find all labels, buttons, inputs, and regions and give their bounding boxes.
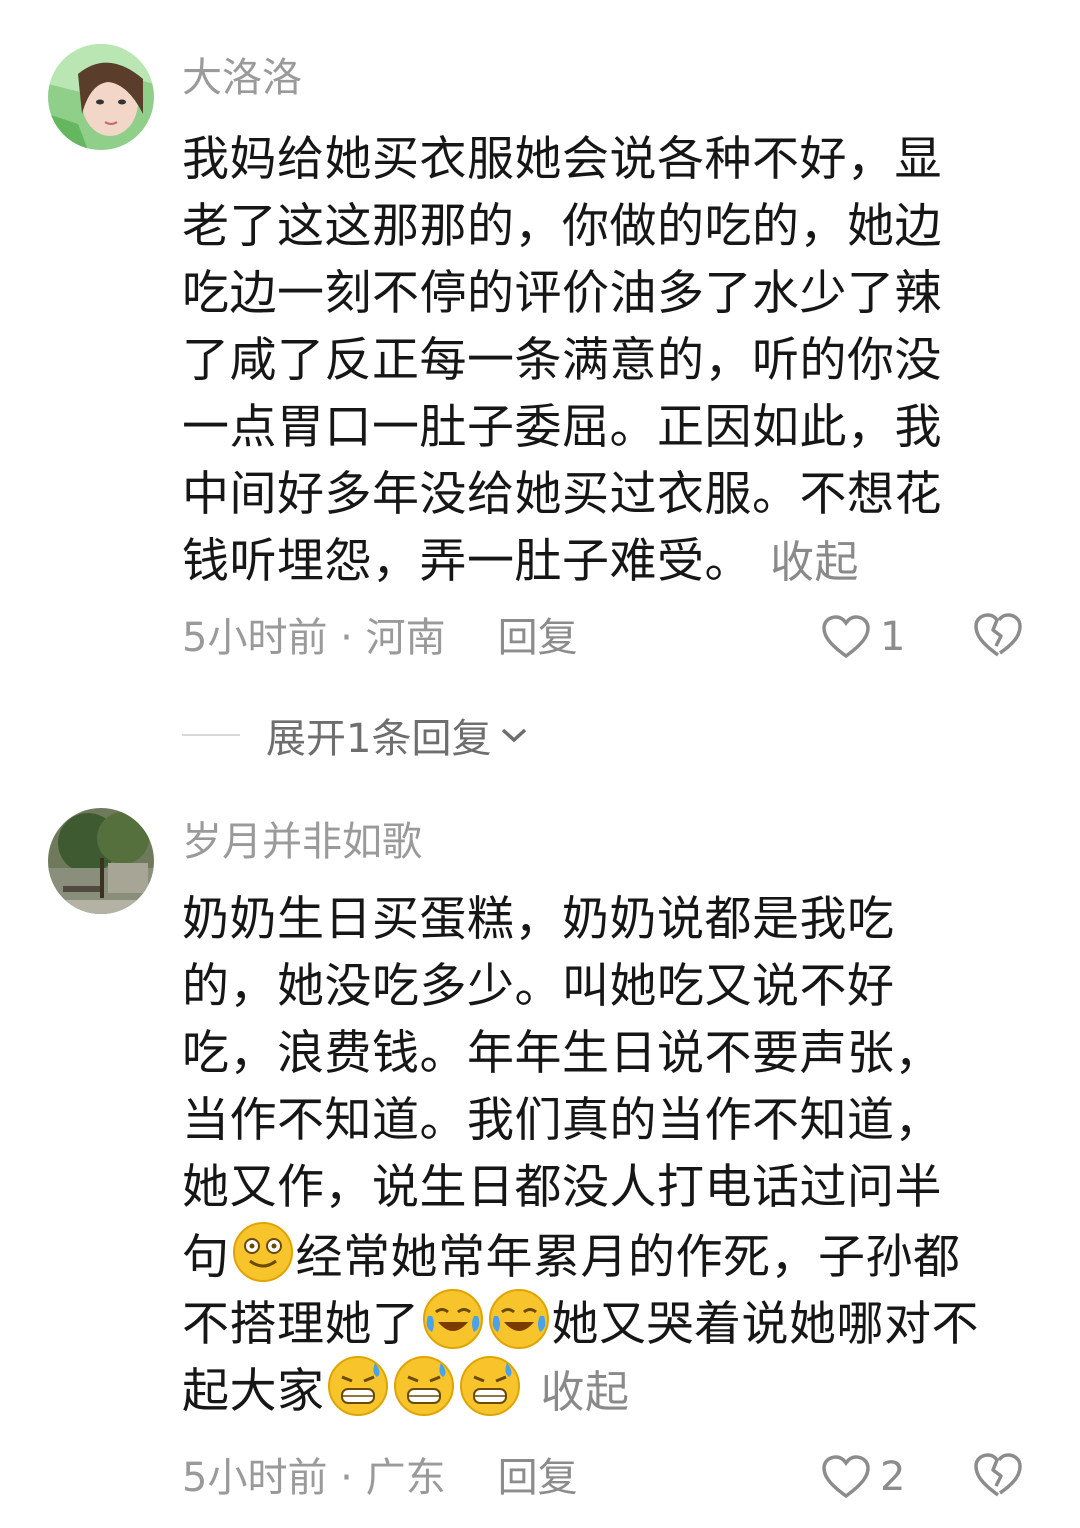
grin-sweat-emoji (393, 1356, 454, 1416)
avatar[interactable] (48, 44, 154, 150)
comment-card: 岁月并非如歌 奶奶生日买蛋糕，奶奶说都是我吃 的，她没吃多少。叫她吃又说不好 吃… (0, 780, 1080, 1528)
like-count: 1 (880, 614, 906, 660)
comment-line: 奶奶生日买蛋糕，奶奶说都是我吃 (182, 892, 895, 947)
collapse-link[interactable]: 收起 (770, 537, 859, 588)
comment-line: 了咸了反正每一条满意的，听的你没 (182, 333, 942, 388)
comment-line: 她又作，说生日都没人打电话过问半 (182, 1160, 942, 1215)
comment-username[interactable]: 大洛洛 (182, 54, 302, 102)
comment-text: 奶奶生日买蛋糕，奶奶说都是我吃 的，她没吃多少。叫她吃又说不好 吃，浪费钱。年年… (182, 886, 1032, 1422)
dizzy-smile-emoji (232, 1222, 293, 1282)
comment-location: 广东 (365, 1455, 446, 1501)
reply-button[interactable]: 回复 (498, 1455, 578, 1501)
comment-line-text: 钱听埋怨，弄一肚子难受。 (182, 534, 752, 589)
comment-text: 我妈给她买衣服她会说各种不好，显 老了这这那那的，你做的吃的，她边 吃边一刻不停… (182, 126, 1032, 595)
heart-outline-icon (822, 615, 870, 659)
heart-outline-icon (822, 1455, 870, 1499)
comment-line: 当作不知道。我们真的当作不知道， (182, 1093, 942, 1148)
comment-line: 句 经常她常年累月的作死，子孙都 (182, 1221, 1032, 1288)
comment-line-last: 起大家 收起 (182, 1355, 1032, 1422)
comment-line: 吃，浪费钱。年年生日说不要声张， (182, 1026, 942, 1081)
divider (182, 734, 240, 736)
comment-location: 河南 (365, 615, 446, 661)
comment-line-text: 起大家 (182, 1364, 325, 1419)
comment-username[interactable]: 岁月并非如歌 (182, 818, 422, 866)
dislike-button[interactable] (974, 1452, 1022, 1502)
comment-line: 一点胃口一肚子委屈。正因如此，我 (182, 400, 942, 455)
comment-line: 不搭理她了 她又哭着说她哪对不 (182, 1288, 1032, 1355)
comment-line-last: 钱听埋怨，弄一肚子难受。 收起 (182, 528, 1032, 595)
comment-line: 吃边一刻不停的评价油多了水少了辣 (182, 266, 942, 321)
comment-line-text: 她又哭着说她哪对不 (551, 1297, 979, 1352)
comment-line-text: 句 (182, 1230, 230, 1285)
comment-meta: 5小时前 · 广东 回复 (182, 1455, 578, 1501)
broken-heart-icon (974, 613, 1022, 657)
grin-sweat-emoji (327, 1356, 388, 1416)
chevron-down-icon (502, 728, 527, 743)
comment-line: 老了这这那那的，你做的吃的，她边 (182, 199, 942, 254)
avatar[interactable] (48, 808, 154, 914)
comment-line-text: 不搭理她了 (182, 1297, 420, 1352)
expand-replies-button[interactable]: 展开1条回复 (182, 706, 529, 764)
grin-sweat-emoji (459, 1356, 520, 1416)
comment-meta: 5小时前 · 河南 回复 (182, 615, 578, 661)
dislike-button[interactable] (974, 612, 1022, 662)
comment-line: 的，她没吃多少。叫她吃又说不好 (182, 959, 895, 1014)
laugh-cry-emoji (422, 1289, 483, 1349)
laugh-cry-emoji (488, 1289, 549, 1349)
comment-time: 5小时前 (182, 615, 328, 661)
collapse-link[interactable]: 收起 (541, 1367, 630, 1418)
like-button[interactable]: 1 (822, 612, 905, 662)
reply-button[interactable]: 回复 (498, 615, 578, 661)
comment-line-text: 经常她常年累月的作死，子孙都 (295, 1230, 961, 1285)
comment-line: 我妈给她买衣服她会说各种不好，显 (182, 132, 942, 187)
expand-replies-label: 展开1条回复 (266, 716, 492, 762)
like-button[interactable]: 2 (822, 1452, 905, 1502)
comment-time: 5小时前 (182, 1455, 328, 1501)
comment-line: 中间好多年没给她买过衣服。不想花 (182, 467, 942, 522)
broken-heart-icon (974, 1453, 1022, 1497)
comment-card: 大洛洛 我妈给她买衣服她会说各种不好，显 老了这这那那的，你做的吃的，她边 吃边… (0, 0, 1080, 780)
like-count: 2 (880, 1454, 906, 1500)
